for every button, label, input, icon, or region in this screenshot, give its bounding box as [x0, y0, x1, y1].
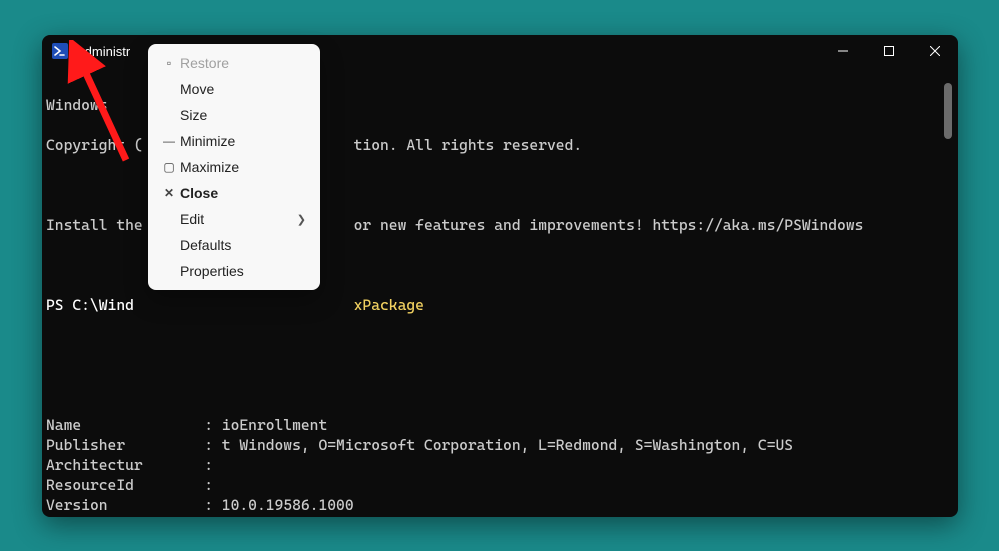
- console-field-row: Architectur :: [46, 455, 958, 475]
- menu-item-properties[interactable]: Properties: [148, 258, 320, 284]
- minimize-icon: —: [158, 134, 180, 148]
- close-button[interactable]: [912, 35, 958, 67]
- menu-item-edit[interactable]: Edit❯: [148, 206, 320, 232]
- chevron-right-icon: ❯: [297, 213, 306, 226]
- menu-item-label: Properties: [180, 263, 306, 279]
- menu-item-label: Move: [180, 81, 306, 97]
- menu-item-label: Defaults: [180, 237, 306, 253]
- console-field-row: ResourceId :: [46, 475, 958, 495]
- maximize-icon: ▢: [158, 160, 180, 174]
- menu-item-close[interactable]: ✕Close: [148, 180, 320, 206]
- scroll-thumb[interactable]: [944, 83, 952, 139]
- menu-item-label: Restore: [180, 55, 306, 71]
- close-icon: ✕: [158, 186, 180, 200]
- console-blank: [46, 335, 958, 355]
- menu-item-restore: ▫Restore: [148, 50, 320, 76]
- console-field-row: PackageFullName : Microsoft.BioEnrollmen…: [46, 515, 958, 517]
- console-blank: [46, 375, 958, 395]
- menu-item-defaults[interactable]: Defaults: [148, 232, 320, 258]
- restore-icon: ▫: [158, 56, 180, 70]
- system-context-menu: ▫RestoreMoveSize—Minimize▢Maximize✕Close…: [148, 44, 320, 290]
- menu-item-maximize[interactable]: ▢Maximize: [148, 154, 320, 180]
- menu-item-label: Maximize: [180, 159, 306, 175]
- menu-item-label: Minimize: [180, 133, 306, 149]
- minimize-button[interactable]: [820, 35, 866, 67]
- menu-item-size[interactable]: Size: [148, 102, 320, 128]
- menu-item-minimize[interactable]: —Minimize: [148, 128, 320, 154]
- menu-item-label: Close: [180, 185, 306, 201]
- console-field-row: Publisher : t Windows, O=Microsoft Corpo…: [46, 435, 958, 455]
- console-prompt: PS C:\Wind xPackage: [46, 295, 958, 315]
- console-field-row: Name : ioEnrollment: [46, 415, 958, 435]
- console-field-row: Version : 10.0.19586.1000: [46, 495, 958, 515]
- powershell-icon: [52, 43, 68, 59]
- maximize-button[interactable]: [866, 35, 912, 67]
- menu-item-label: Size: [180, 107, 306, 123]
- menu-item-label: Edit: [180, 211, 297, 227]
- menu-item-move[interactable]: Move: [148, 76, 320, 102]
- scrollbar[interactable]: [942, 73, 954, 503]
- window-title: Administr: [76, 44, 130, 59]
